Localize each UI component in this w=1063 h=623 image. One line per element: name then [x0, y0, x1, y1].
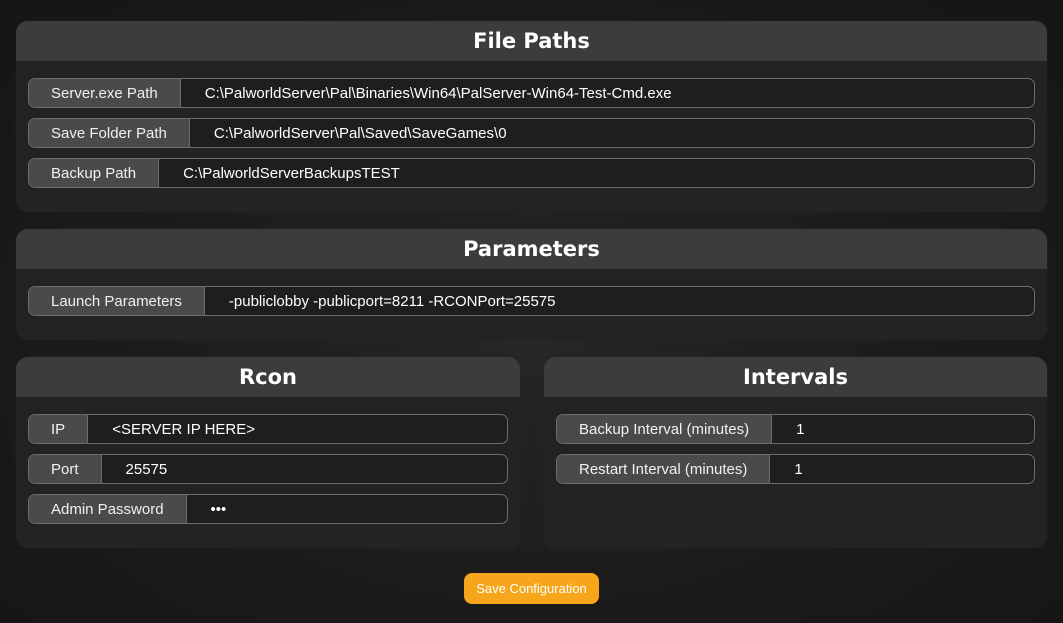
save-folder-path-input[interactable]: C:\PalworldServer\Pal\Saved\SaveGames\0 — [190, 119, 1034, 147]
backup-path-input[interactable]: C:\PalworldServerBackupsTEST — [159, 159, 1034, 187]
server-exe-path-input[interactable]: C:\PalworldServer\Pal\Binaries\Win64\Pal… — [181, 79, 1034, 107]
backup-interval-input[interactable]: 1 — [772, 415, 1034, 443]
backup-interval-label: Backup Interval (minutes) — [557, 415, 773, 443]
parameters-title: Parameters — [16, 229, 1047, 269]
save-folder-path-row: Save Folder Path C:\PalworldServer\Pal\S… — [28, 118, 1035, 148]
intervals-title: Intervals — [544, 357, 1047, 397]
restart-interval-label: Restart Interval (minutes) — [557, 455, 771, 483]
port-label: Port — [29, 455, 102, 483]
admin-password-row: Admin Password ••• — [28, 494, 508, 524]
port-input[interactable]: 25575 — [102, 455, 507, 483]
file-paths-panel: File Paths Server.exe Path C:\PalworldSe… — [16, 21, 1047, 212]
rcon-title: Rcon — [16, 357, 520, 397]
ip-input[interactable]: <SERVER IP HERE> — [88, 415, 507, 443]
rcon-panel: Rcon IP <SERVER IP HERE> Port 25575 Admi… — [16, 357, 520, 548]
server-exe-path-label: Server.exe Path — [29, 79, 181, 107]
admin-password-input[interactable]: ••• — [187, 495, 507, 523]
save-configuration-button[interactable]: Save Configuration — [464, 573, 599, 604]
file-paths-title: File Paths — [16, 21, 1047, 61]
backup-path-row: Backup Path C:\PalworldServerBackupsTEST — [28, 158, 1035, 188]
ip-row: IP <SERVER IP HERE> — [28, 414, 508, 444]
launch-parameters-label: Launch Parameters — [29, 287, 205, 315]
backup-interval-row: Backup Interval (minutes) 1 — [556, 414, 1035, 444]
ip-label: IP — [29, 415, 89, 443]
restart-interval-row: Restart Interval (minutes) 1 — [556, 454, 1035, 484]
port-row: Port 25575 — [28, 454, 508, 484]
save-folder-path-label: Save Folder Path — [29, 119, 190, 147]
parameters-panel: Parameters Launch Parameters -publiclobb… — [16, 229, 1047, 340]
intervals-panel: Intervals Backup Interval (minutes) 1 Re… — [544, 357, 1047, 548]
restart-interval-input[interactable]: 1 — [770, 455, 1034, 483]
launch-parameters-input[interactable]: -publiclobby -publicport=8211 -RCONPort=… — [205, 287, 1034, 315]
server-exe-path-row: Server.exe Path C:\PalworldServer\Pal\Bi… — [28, 78, 1035, 108]
admin-password-label: Admin Password — [29, 495, 187, 523]
launch-parameters-row: Launch Parameters -publiclobby -publicpo… — [28, 286, 1035, 316]
backup-path-label: Backup Path — [29, 159, 160, 187]
